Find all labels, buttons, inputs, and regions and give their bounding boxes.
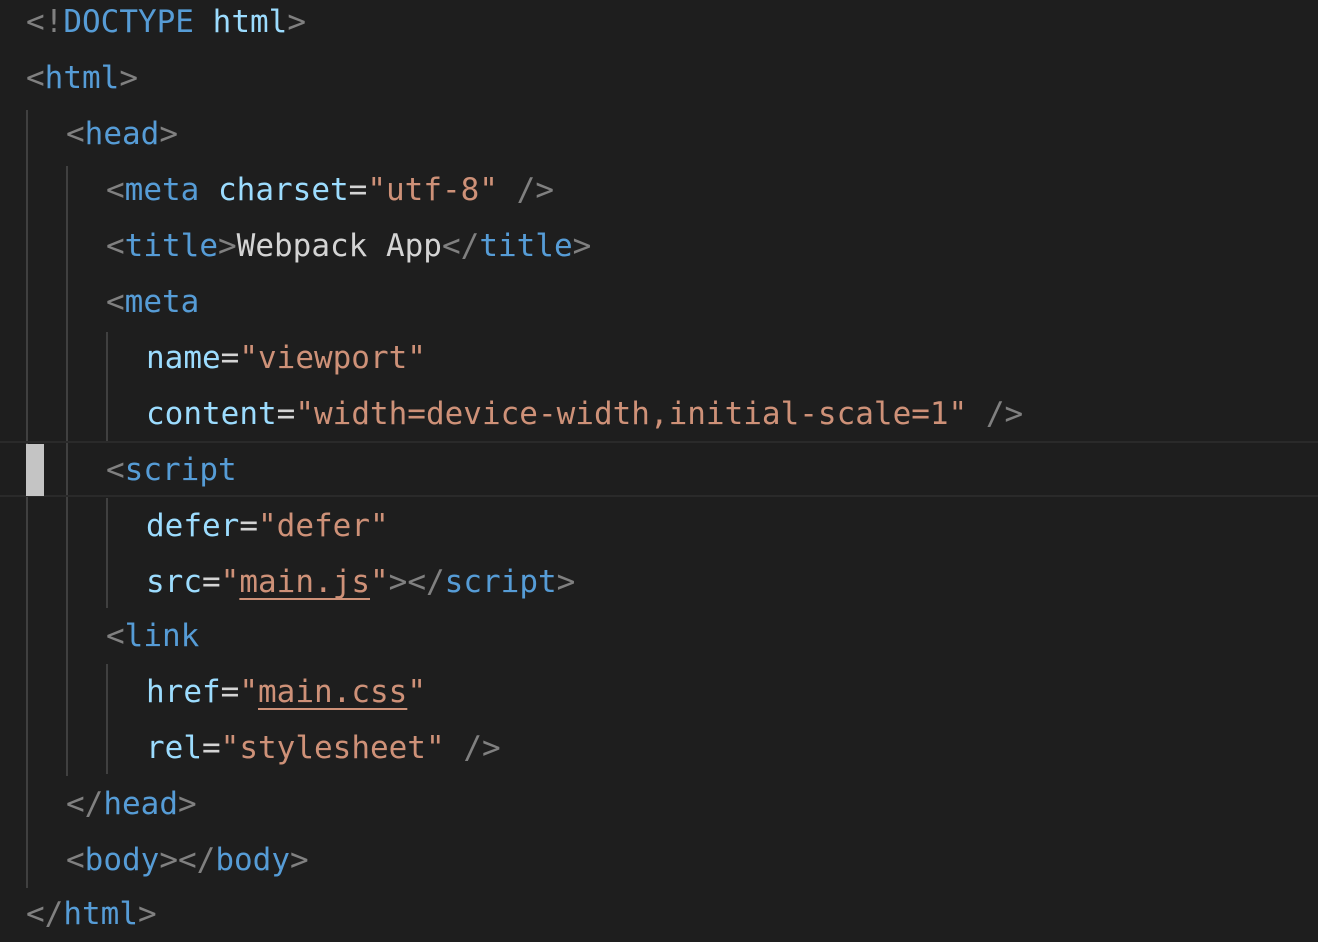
code-line[interactable]: rel="stylesheet" /> — [0, 720, 1318, 776]
attribute-name: content — [146, 396, 277, 432]
code-line[interactable]: defer="defer" — [0, 498, 1318, 554]
attribute-name: rel — [146, 730, 202, 766]
file-link-main-css[interactable]: main.css — [258, 674, 407, 710]
code-line[interactable]: href="main.css" — [0, 664, 1318, 720]
attribute-name: src — [146, 564, 202, 600]
code-line[interactable]: content="width=device-width,initial-scal… — [0, 386, 1318, 442]
code-line[interactable]: name="viewport" — [0, 330, 1318, 386]
tag-name: meta — [124, 172, 200, 208]
code-editor[interactable]: <!DOCTYPE html> <html> <head> <meta char… — [0, 0, 1318, 942]
attribute-name: href — [146, 674, 221, 710]
code-line[interactable]: <title>Webpack App</title> — [0, 218, 1318, 274]
tag-name: title — [124, 228, 218, 264]
attribute-value: "width=device-width,initial-scale=1" — [295, 396, 968, 432]
attribute-value: "viewport" — [239, 340, 426, 376]
attribute-name: charset — [218, 172, 349, 208]
title-text: Webpack App — [236, 228, 442, 264]
tag-name: html — [63, 896, 138, 932]
tag-name: body — [84, 842, 160, 878]
code-line-current[interactable]: <script — [0, 442, 1318, 498]
file-link-main-js[interactable]: main.js — [239, 564, 370, 600]
code-line[interactable]: <meta — [0, 274, 1318, 330]
code-line[interactable]: <!DOCTYPE html> — [0, 0, 1318, 50]
doctype-open: <! — [26, 4, 64, 40]
tag-name: meta — [124, 284, 200, 320]
doctype-close: > — [287, 4, 306, 40]
code-line[interactable]: <meta charset="utf-8" /> — [0, 162, 1318, 218]
tag-name: link — [124, 618, 200, 654]
attribute-name: name — [146, 340, 221, 376]
attribute-name: defer — [146, 508, 240, 544]
tag-name: head — [84, 116, 160, 152]
tag-name: script — [444, 564, 557, 600]
code-line[interactable]: <body></body> — [0, 832, 1318, 888]
tag-name: html — [44, 60, 120, 96]
attribute-value: "utf-8" — [367, 172, 498, 208]
tag-name: script — [124, 452, 237, 488]
doctype-html: html — [212, 4, 288, 40]
doctype-keyword: DOCTYPE — [63, 4, 194, 40]
tag-name: body — [215, 842, 290, 878]
attribute-value: "defer" — [258, 508, 389, 544]
tag-name: head — [103, 786, 178, 822]
code-line[interactable]: src="main.js"></script> — [0, 554, 1318, 610]
code-line[interactable]: <head> — [0, 106, 1318, 162]
code-line[interactable]: <html> — [0, 50, 1318, 106]
attribute-value: "stylesheet" — [220, 730, 445, 766]
code-line[interactable]: <link — [0, 608, 1318, 664]
code-line[interactable]: </head> — [0, 776, 1318, 832]
code-line[interactable]: </html> — [0, 886, 1318, 942]
tag-name: title — [479, 228, 573, 264]
